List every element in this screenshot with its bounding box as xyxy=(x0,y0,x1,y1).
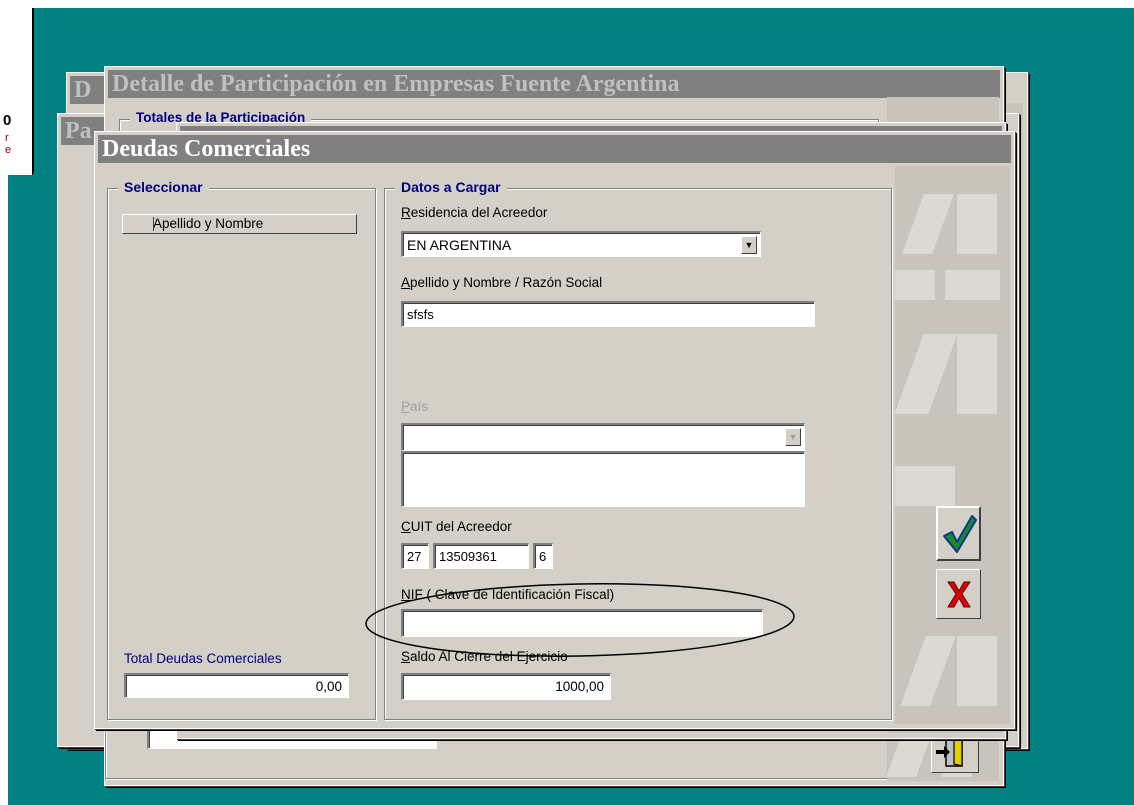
red-x-icon xyxy=(947,581,971,608)
door-exit-icon xyxy=(936,737,963,767)
background-fragment-red: re xyxy=(5,132,12,156)
seleccionar-groupbox: Seleccionar Apellido y Nombre Total Deud… xyxy=(107,179,376,720)
residencia-select[interactable]: EN ARGENTINA ▼ xyxy=(401,231,761,257)
saldo-input[interactable]: 1000,00 xyxy=(401,673,611,700)
residencia-dropdown-button[interactable]: ▼ xyxy=(741,236,757,254)
residencia-value: EN ARGENTINA xyxy=(407,237,512,253)
datos-groupbox: Datos a Cargar Residencia del Acreedor E… xyxy=(384,179,892,720)
cuit-part1-input[interactable]: 27 xyxy=(401,543,429,569)
afip-logo-panel xyxy=(895,166,1010,724)
column-header-label: Apellido y Nombre xyxy=(153,216,264,231)
apellido-label: Apellido y Nombre / Razón Social xyxy=(401,275,603,290)
total-deudas-field: 0,00 xyxy=(124,673,349,698)
saldo-label: Saldo Al Cierre del Ejercicio xyxy=(401,649,568,664)
residencia-label: Residencia del Acreedor xyxy=(401,205,548,220)
detalle-window-title[interactable]: Detalle de Participación en Empresas Fue… xyxy=(108,70,1000,98)
pais-list[interactable] xyxy=(401,451,805,507)
exit-button[interactable] xyxy=(931,733,979,773)
nif-input[interactable] xyxy=(401,609,763,637)
background-window-1-title: D xyxy=(70,76,104,104)
dialog-title[interactable]: Deudas Comerciales xyxy=(98,135,1011,163)
total-deudas-label: Total Deudas Comerciales xyxy=(124,651,282,666)
nif-label: NIF ( Clave de Identificación Fiscal) xyxy=(401,587,615,602)
background-fragment-digit: 0 xyxy=(3,112,12,129)
cuit-part1-value: 27 xyxy=(407,549,422,564)
column-header-apellido[interactable]: Apellido y Nombre xyxy=(122,214,357,234)
pais-select[interactable]: ▼ xyxy=(401,423,805,451)
chevron-down-icon: ▼ xyxy=(744,240,754,250)
cancel-button[interactable] xyxy=(936,569,981,619)
total-deudas-value: 0,00 xyxy=(315,679,342,694)
cuit-label: CUIT del Acreedor xyxy=(401,519,512,534)
cuit-part3-input[interactable]: 6 xyxy=(533,543,553,569)
pais-label: País xyxy=(401,399,429,414)
cuit-part3-value: 6 xyxy=(539,549,547,564)
accept-button[interactable] xyxy=(936,506,981,561)
pais-dropdown-button[interactable]: ▼ xyxy=(785,428,801,446)
apellido-value: sfsfs xyxy=(407,307,434,322)
datos-group-title: Datos a Cargar xyxy=(395,179,507,195)
seleccionar-group-title: Seleccionar xyxy=(118,179,209,195)
column-header-divider xyxy=(153,217,154,231)
chevron-down-icon: ▼ xyxy=(788,432,798,442)
cuit-part2-value: 13509361 xyxy=(439,549,497,564)
cuit-part2-input[interactable]: 13509361 xyxy=(433,543,529,569)
deudas-comerciales-dialog: Deudas Comerciales Seleccionar Apellido … xyxy=(94,131,1015,729)
saldo-value: 1000,00 xyxy=(555,679,604,694)
checkmark-icon xyxy=(943,515,977,553)
apellido-input[interactable]: sfsfs xyxy=(401,301,815,327)
